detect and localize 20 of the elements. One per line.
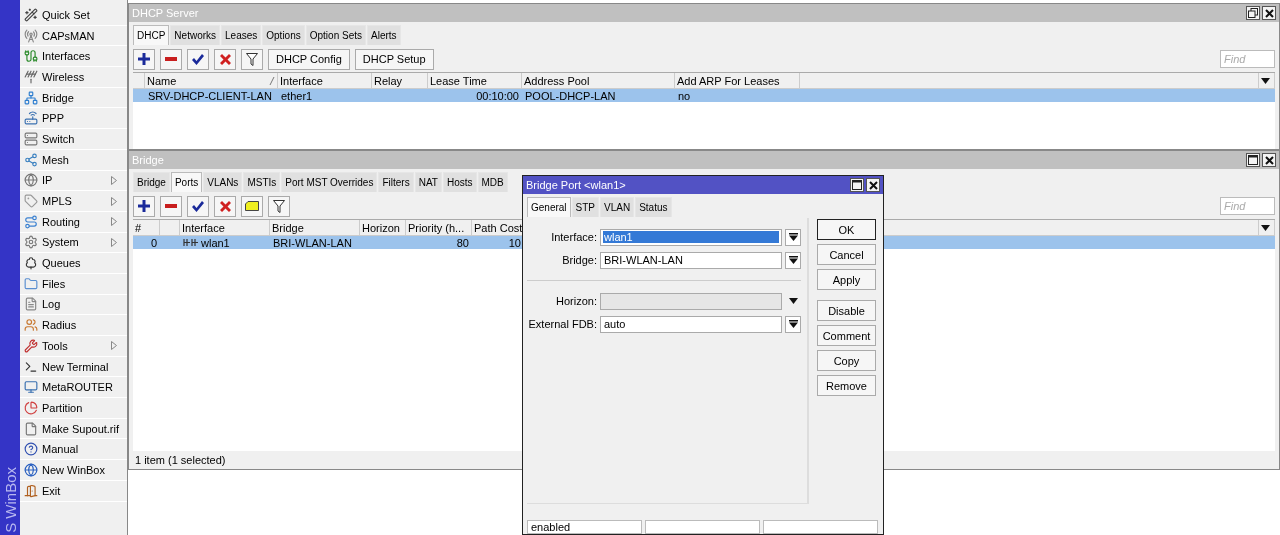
- dialog-title: Bridge Port <wlan1>: [526, 179, 626, 191]
- table-cell: SRV-DHCP-CLIENT-LAN: [148, 89, 272, 102]
- brand-text: S WinBox: [1, 467, 19, 535]
- table-cell: wlan1: [201, 236, 230, 249]
- field-label: Interface:: [550, 231, 597, 243]
- table-cell: no: [678, 89, 691, 102]
- table-cell: ether1: [281, 89, 313, 102]
- table-cell: POOL-DHCP-LAN: [525, 89, 616, 102]
- window-title: DHCP Server: [132, 7, 199, 19]
- table-cell: 80: [456, 236, 469, 249]
- status-cell: enabled: [527, 520, 642, 534]
- table-cell: 00:10:00: [476, 89, 519, 102]
- field-label: Bridge:: [561, 254, 597, 266]
- field-label: External FDB:: [527, 318, 597, 330]
- table-cell: 10: [508, 236, 521, 249]
- status-text: 1 item (1 selected): [135, 454, 226, 466]
- window-title: Bridge: [132, 154, 164, 166]
- table-cell: 0: [150, 236, 157, 249]
- table-cell: BRI-WLAN-LAN: [273, 236, 352, 249]
- field-label: Horizon:: [555, 295, 597, 307]
